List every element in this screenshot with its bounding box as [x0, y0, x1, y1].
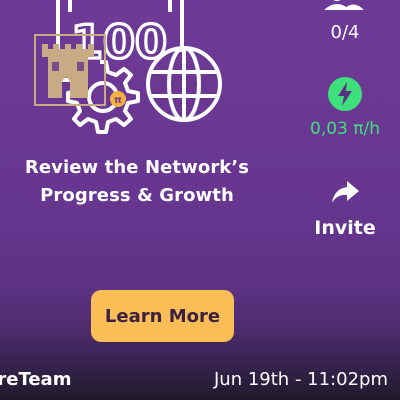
announcement-headline: Review the Network’s Progress & Growth: [12, 154, 262, 210]
announcement-screen: 100 π Review the Network’s Progress & Gr…: [0, 0, 400, 400]
lightning-icon[interactable]: [327, 76, 363, 112]
mining-rate: 0,03 π/h: [310, 119, 380, 139]
post-footer: oreTeam Jun 19th - 11:02pm: [0, 366, 400, 400]
post-timestamp: Jun 19th - 11:02pm: [214, 369, 388, 390]
headline-line-1: Review the Network’s: [24, 157, 250, 178]
share-arrow-icon[interactable]: [330, 177, 360, 207]
svg-text:π: π: [114, 95, 122, 106]
headline-line-2: Progress & Growth: [40, 185, 234, 206]
author-name[interactable]: oreTeam: [0, 369, 71, 390]
globe-icon: [146, 46, 222, 122]
network-growth-illustration: 100 π: [34, 0, 222, 134]
side-panel: 0/4 0,03 π/h Invite: [290, 0, 400, 260]
peers-count: 0/4: [330, 22, 360, 43]
invite-label[interactable]: Invite: [290, 217, 400, 239]
pi-coin-icon: π: [110, 91, 126, 107]
peers-icon[interactable]: [321, 0, 367, 10]
learn-more-button[interactable]: Learn More: [91, 290, 234, 342]
